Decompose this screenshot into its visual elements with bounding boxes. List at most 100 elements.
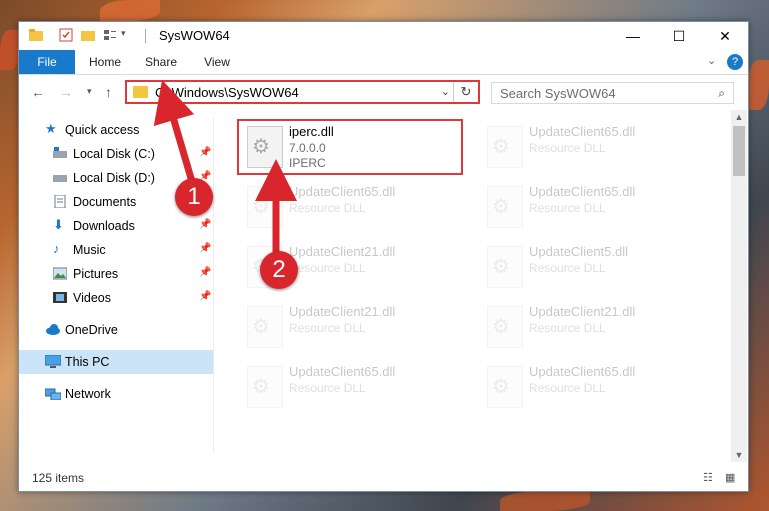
pin-icon[interactable]: 📌 (199, 267, 211, 278)
file-description: Resource DLL (529, 201, 606, 215)
tab-view[interactable]: View (191, 50, 243, 74)
file-item[interactable]: ⚙ UpdateClient65.dll Resource DLL (481, 180, 711, 236)
file-item[interactable]: ⚙ UpdateClient21.dll Resource DLL (241, 300, 471, 356)
search-input[interactable]: Search SysWOW64 ⌕ (491, 82, 734, 104)
sidebar-item-pictures[interactable]: Pictures 📌 (19, 262, 213, 286)
chevron-down-icon[interactable]: ⌄ (441, 85, 450, 98)
file-description: Resource DLL (529, 381, 606, 395)
expand-ribbon-icon[interactable]: ⌄ (707, 54, 716, 67)
sidebar-item-label: Downloads (73, 219, 135, 233)
star-icon: ★ (45, 121, 57, 136)
sidebar-item-label: Network (65, 387, 111, 401)
sidebar-item-label: Documents (73, 195, 137, 209)
maximize-button[interactable]: ☐ (656, 22, 702, 50)
gear-icon: ⚙ (252, 196, 270, 218)
drive-icon (53, 171, 67, 184)
up-arrow-icon[interactable]: ↑ (105, 84, 112, 100)
tab-share[interactable]: Share (135, 50, 187, 74)
file-name: UpdateClient65.dll (529, 364, 636, 379)
window-title: SysWOW64 (159, 28, 230, 43)
videos-icon (53, 291, 67, 304)
dll-file-icon: ⚙ (487, 366, 523, 408)
forward-arrow-icon[interactable]: → (59, 84, 73, 100)
gear-icon: ⚙ (492, 316, 510, 338)
tab-file[interactable]: File (19, 50, 75, 74)
file-description: Resource DLL (529, 141, 606, 155)
file-name: UpdateClient65.dll (289, 364, 396, 379)
recent-locations-icon[interactable]: ▾ (87, 86, 92, 97)
sidebar-item-videos[interactable]: Videos 📌 (19, 286, 213, 310)
minimize-button[interactable]: — (610, 22, 656, 50)
pin-icon[interactable]: 📌 (199, 219, 211, 230)
sidebar-item-label: Videos (73, 291, 111, 305)
item-count: 125 items (32, 471, 85, 485)
sidebar-item-label: Local Disk (C:) (73, 147, 155, 161)
step-2-badge: 2 (260, 251, 298, 289)
file-name: UpdateClient65.dll (529, 124, 636, 139)
gear-icon: ⚙ (492, 376, 510, 398)
gear-icon: ⚙ (492, 136, 510, 158)
pin-icon[interactable]: 📌 (199, 243, 211, 254)
sidebar-item-quick-access[interactable]: ★ Quick access (19, 118, 213, 142)
address-bar[interactable]: C:\Windows\SysWOW64 ⌄ ↻ (125, 80, 480, 104)
file-name: UpdateClient21.dll (289, 304, 396, 319)
file-item[interactable]: ⚙ UpdateClient65.dll Resource DLL (481, 360, 711, 416)
pictures-icon (52, 267, 68, 280)
help-icon[interactable]: ? (727, 54, 743, 70)
file-explorer-window: ▾ SysWOW64 — ☐ ✕ File Home Share View ⌄ … (18, 21, 749, 492)
sidebar-item-label: Music (73, 243, 106, 257)
customize-toolbar-icon[interactable]: ▾ (121, 28, 135, 42)
pin-icon[interactable]: 📌 (199, 291, 211, 302)
back-arrow-icon[interactable]: ← (31, 84, 45, 100)
vertical-scrollbar[interactable]: ▲ ▼ (731, 110, 747, 462)
sidebar-item-music[interactable]: ♪ Music 📌 (19, 238, 213, 262)
file-item[interactable]: ⚙ UpdateClient21.dll Resource DLL (481, 300, 711, 356)
folder-icon (133, 86, 148, 98)
file-description: Resource DLL (529, 261, 606, 275)
file-highlight-box (237, 119, 463, 175)
gear-icon: ⚙ (492, 256, 510, 278)
dll-file-icon: ⚙ (487, 246, 523, 288)
view-options-icon[interactable] (103, 28, 117, 42)
sidebar-item-local-disk-c[interactable]: Local Disk (C:) 📌 (19, 142, 213, 166)
scrollbar-thumb[interactable] (733, 126, 745, 176)
sidebar-item-onedrive[interactable]: OneDrive (19, 318, 213, 342)
close-button[interactable]: ✕ (702, 22, 748, 50)
music-icon: ♪ (53, 241, 60, 256)
search-icon[interactable]: ⌕ (718, 86, 725, 101)
file-item[interactable]: ⚙ UpdateClient65.dll Resource DLL (481, 120, 711, 176)
file-item[interactable]: ⚙ UpdateClient65.dll Resource DLL (241, 360, 471, 416)
sidebar-item-label: Quick access (65, 123, 140, 137)
pin-icon[interactable]: 📌 (199, 147, 211, 158)
sidebar-item-label: Local Disk (D:) (73, 171, 155, 185)
background-leaf (500, 491, 590, 511)
file-name: UpdateClient21.dll (289, 244, 396, 259)
scroll-down-icon[interactable]: ▼ (731, 448, 747, 462)
sidebar-item-network[interactable]: Network (19, 382, 213, 406)
sidebar-item-this-pc[interactable]: This PC (19, 350, 213, 374)
large-icons-view-icon[interactable]: ▦ (725, 471, 739, 484)
file-item[interactable]: ⚙ UpdateClient5.dll Resource DLL (481, 240, 711, 296)
new-folder-icon[interactable] (81, 28, 95, 42)
gear-icon: ⚙ (492, 196, 510, 218)
download-icon: ⬇ (53, 217, 64, 232)
file-name: UpdateClient21.dll (529, 304, 636, 319)
sidebar-item-label: Pictures (73, 267, 119, 281)
details-view-icon[interactable]: ☷ (703, 471, 717, 484)
file-name: UpdateClient65.dll (529, 184, 636, 199)
dll-file-icon: ⚙ (487, 126, 523, 168)
sidebar-item-downloads[interactable]: ⬇ Downloads 📌 (19, 214, 213, 238)
dll-file-icon: ⚙ (247, 186, 283, 228)
file-description: Resource DLL (289, 321, 366, 335)
scroll-up-icon[interactable]: ▲ (731, 110, 747, 124)
status-bar: 125 items ☷ ▦ (19, 466, 748, 490)
title-bar: ▾ SysWOW64 — ☐ ✕ (19, 22, 748, 50)
properties-icon[interactable] (59, 28, 73, 42)
background-leaf (748, 60, 769, 110)
file-item[interactable]: ⚙ UpdateClient65.dll Resource DLL (241, 180, 471, 236)
file-name: UpdateClient5.dll (529, 244, 629, 259)
gear-icon: ⚙ (252, 316, 270, 338)
file-description: Resource DLL (289, 261, 366, 275)
refresh-icon[interactable]: ↻ (453, 82, 478, 102)
tab-home[interactable]: Home (79, 50, 131, 74)
